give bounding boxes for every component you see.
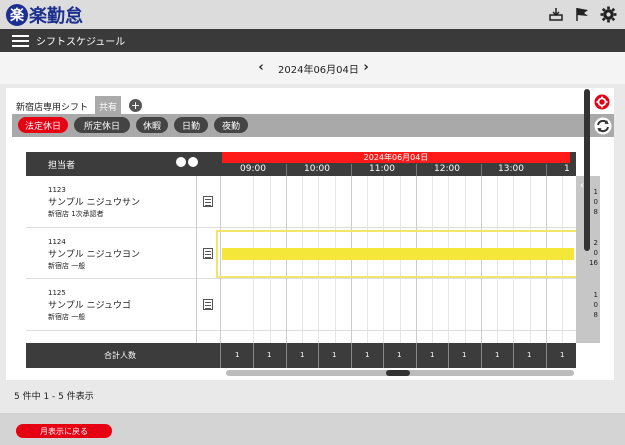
sort-icon[interactable] xyxy=(176,157,186,167)
total-count: 1 xyxy=(560,351,565,359)
logo-mark: 楽 xyxy=(6,4,28,26)
filter-day-shift[interactable]: 日勤 xyxy=(174,117,208,133)
staff-code: 1123 xyxy=(48,186,66,194)
horizontal-scrollbar[interactable] xyxy=(226,370,574,376)
hour-label: 13:00 xyxy=(498,164,524,174)
note-icon[interactable] xyxy=(203,248,213,259)
filter-icon[interactable] xyxy=(188,157,198,167)
settings-icon[interactable] xyxy=(594,94,610,110)
note-icon[interactable] xyxy=(203,299,213,310)
hour-label: 1 xyxy=(564,164,570,174)
shift-grid: 担当者 2024年06月04日 09:00 10:00 11:00 12:00 … xyxy=(26,152,600,368)
back-to-month-button[interactable]: 月表示に戻る xyxy=(16,424,112,438)
total-count: 1 xyxy=(397,351,402,359)
filter-leave[interactable]: 休暇 xyxy=(136,117,168,133)
staff-column-header: 担当者 xyxy=(48,161,76,171)
total-count: 1 xyxy=(527,351,532,359)
filter-legal-holiday[interactable]: 法定休日 xyxy=(18,117,68,133)
total-count: 1 xyxy=(267,351,272,359)
hour-label: 12:00 xyxy=(434,164,460,174)
menu-icon[interactable] xyxy=(12,35,29,47)
shift-tabs: 新宿店専用シフト 共有 + xyxy=(12,96,143,114)
table-row[interactable]: 1123 サンプル ニジュウサン 新宿店 1次承認者 xyxy=(26,176,576,228)
record-count: 5 件中 1 - 5 件表示 xyxy=(14,392,94,402)
grid-header: 担当者 2024年06月04日 09:00 10:00 11:00 12:00 … xyxy=(26,152,576,176)
schedule-panel: 新宿店専用シフト 共有 + 法定休日 所定休日 休暇 日勤 夜勤 担当者 202… xyxy=(6,88,614,380)
prev-date-button[interactable]: ‹ xyxy=(253,59,269,75)
current-date: 2024年06月04日 xyxy=(278,65,359,76)
inbox-icon[interactable] xyxy=(547,5,565,23)
filter-night-shift[interactable]: 夜勤 xyxy=(214,117,248,133)
total-count: 1 xyxy=(495,351,500,359)
total-count: 1 xyxy=(462,351,467,359)
top-bar: 楽 楽勤怠 xyxy=(0,0,625,29)
hour-label: 11:00 xyxy=(369,164,395,174)
vertical-scrollbar[interactable] xyxy=(584,89,590,251)
note-icon[interactable] xyxy=(203,196,213,207)
flag-icon[interactable] xyxy=(573,5,591,23)
filter-bar: 法定休日 所定休日 休暇 日勤 夜勤 xyxy=(12,114,614,137)
hour-label: 09:00 xyxy=(240,164,266,174)
next-date-button[interactable]: › xyxy=(358,59,374,75)
staff-code: 1124 xyxy=(48,238,66,246)
staff-name: サンプル ニジュウヨン xyxy=(48,250,140,260)
hour-label: 10:00 xyxy=(304,164,330,174)
tab-shared[interactable]: 共有 xyxy=(95,96,122,114)
total-count: 1 xyxy=(235,351,240,359)
total-count: 1 xyxy=(430,351,435,359)
page-title: シフトスケジュール xyxy=(36,37,126,48)
staff-store: 新宿店 一般 xyxy=(48,262,86,270)
refresh-icon[interactable] xyxy=(594,117,612,135)
add-tab-button[interactable]: + xyxy=(129,98,143,112)
app-logo[interactable]: 楽 楽勤怠 xyxy=(6,3,83,27)
staff-name: サンプル ニジュウゴ xyxy=(48,301,131,311)
total-count: 1 xyxy=(365,351,370,359)
grid-footer: 合計人数 1 1 1 1 1 1 1 1 1 1 1 xyxy=(26,343,576,368)
staff-store: 新宿店 1次承認者 xyxy=(48,210,104,218)
tab-shinjuku-shift[interactable]: 新宿店専用シフト xyxy=(12,96,93,114)
table-row[interactable]: 1125 サンプル ニジュウゴ 新宿店 一般 xyxy=(26,279,576,331)
date-navigation: ‹ 2024年06月04日 › xyxy=(0,52,625,84)
total-count: 1 xyxy=(300,351,305,359)
total-label: 合計人数 xyxy=(104,351,136,360)
staff-name: サンプル ニジュウサン xyxy=(48,198,140,208)
gear-icon[interactable] xyxy=(599,5,617,23)
shift-bar[interactable] xyxy=(222,248,574,260)
filter-scheduled-holiday[interactable]: 所定休日 xyxy=(74,117,130,133)
staff-code: 1125 xyxy=(48,289,66,297)
date-band: 2024年06月04日 xyxy=(222,152,570,163)
staff-store: 新宿店 一般 xyxy=(48,313,86,321)
bottom-bar: 月表示に戻る xyxy=(0,413,625,445)
logo-text: 楽勤怠 xyxy=(29,6,83,27)
total-count: 1 xyxy=(332,351,337,359)
horizontal-scroll-thumb[interactable] xyxy=(386,370,410,376)
title-bar: シフトスケジュール xyxy=(0,29,625,52)
